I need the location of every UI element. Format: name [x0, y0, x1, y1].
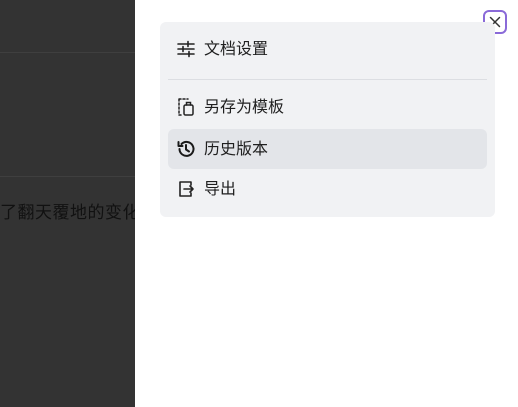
menu-item-export[interactable]: 导出	[168, 169, 487, 209]
template-icon	[176, 97, 196, 117]
menu-divider	[168, 79, 487, 80]
backdrop-divider	[0, 52, 135, 53]
menu-item-save-as-template[interactable]: 另存为模板	[168, 87, 487, 127]
document-backdrop: 了翻天覆地的变化	[0, 0, 135, 407]
menu-item-label: 历史版本	[204, 139, 269, 158]
menu-item-label: 导出	[204, 179, 237, 198]
history-icon	[176, 139, 196, 159]
menu-item-document-settings[interactable]: 文档设置	[168, 29, 487, 69]
menu-item-label: 文档设置	[204, 39, 269, 58]
sliders-icon	[176, 39, 196, 59]
menu-item-label: 另存为模板	[204, 97, 285, 116]
menu-item-history-versions[interactable]: 历史版本	[168, 129, 487, 169]
document-text-fragment: 了翻天覆地的变化	[0, 203, 135, 223]
export-icon	[176, 179, 196, 199]
backdrop-divider	[0, 176, 135, 177]
options-menu: 文档设置 另存为模板 历史版本 导出	[160, 22, 495, 217]
